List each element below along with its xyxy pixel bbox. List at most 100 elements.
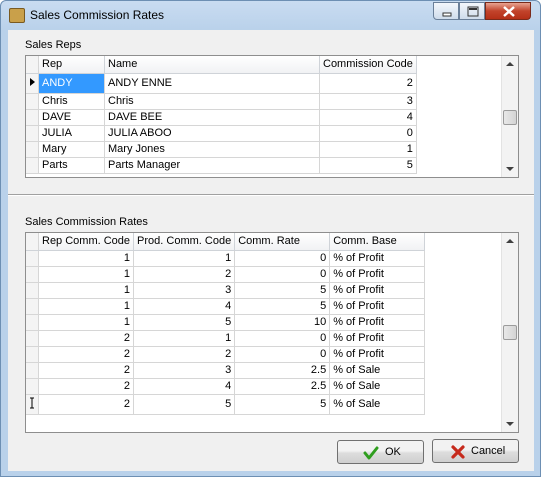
commission-rates-scrollbar[interactable] [501,233,518,432]
cell-comm-base[interactable]: % of Sale [329,362,426,379]
ok-button-label: OK [385,446,401,458]
cell-rep-comm-code[interactable]: 2 [38,378,135,395]
table-row[interactable]: Chris Chris 3 [26,93,417,110]
cell-rep-comm-code[interactable]: 2 [38,394,135,415]
cell-rep[interactable]: Mary [38,141,105,158]
column-header-comm-base[interactable]: Comm. Base [329,233,426,251]
cell-rep-comm-code[interactable]: 1 [38,314,135,331]
scroll-up-arrow-icon[interactable] [506,62,514,66]
scroll-down-arrow-icon[interactable] [506,422,514,426]
cell-rep-comm-code[interactable]: 1 [38,250,135,267]
cancel-button[interactable]: Cancel [432,439,519,463]
table-row[interactable]: 1 4 5 % of Profit [26,298,426,315]
cell-commission-code[interactable]: 2 [319,73,417,94]
cell-prod-comm-code[interactable]: 5 [133,314,236,331]
cell-commission-code[interactable]: 0 [319,125,417,142]
cell-rep[interactable]: DAVE [38,109,105,126]
table-row[interactable]: 2 2 0 % of Profit [26,346,426,363]
cell-comm-base[interactable]: % of Profit [329,266,426,283]
cell-comm-rate[interactable]: 5 [234,282,331,299]
cell-rep-comm-code[interactable]: 1 [38,298,135,315]
maximize-button[interactable] [459,2,485,20]
table-row[interactable]: DAVE DAVE BEE 4 [26,109,417,126]
cell-rep-comm-code[interactable]: 2 [38,362,135,379]
cell-prod-comm-code[interactable]: 1 [133,330,236,347]
cell-rep[interactable]: Chris [38,93,105,110]
cell-comm-rate[interactable]: 2.5 [234,378,331,395]
title-bar[interactable]: Sales Commission Rates [1,1,540,29]
cell-comm-base[interactable]: % of Profit [329,298,426,315]
ok-button[interactable]: OK [337,440,424,464]
table-row[interactable]: Parts Parts Manager 5 [26,157,417,174]
cell-comm-base[interactable]: % of Profit [329,314,426,331]
table-row[interactable]: 1 2 0 % of Profit [26,266,426,283]
row-indicator [26,298,39,315]
table-row[interactable]: 2 5 5 % of Sale [26,394,426,415]
cell-comm-base[interactable]: % of Profit [329,282,426,299]
cell-comm-rate[interactable]: 5 [234,298,331,315]
cell-comm-base[interactable]: % of Profit [329,330,426,347]
scroll-thumb[interactable] [503,110,517,125]
table-row[interactable]: JULIA JULIA ABOO 0 [26,125,417,142]
cell-rep[interactable]: ANDY [38,73,105,94]
cell-prod-comm-code[interactable]: 1 [133,250,236,267]
cell-comm-rate[interactable]: 0 [234,346,331,363]
column-header-name[interactable]: Name [104,56,320,74]
cell-rep[interactable]: JULIA [38,125,105,142]
cell-name[interactable]: ANDY ENNE [104,73,320,94]
cell-comm-rate[interactable]: 0 [234,250,331,267]
cell-prod-comm-code[interactable]: 2 [133,346,236,363]
scroll-down-arrow-icon[interactable] [506,167,514,171]
commission-rates-grid[interactable]: Rep Comm. Code Prod. Comm. Code Comm. Ra… [25,232,519,433]
cell-prod-comm-code[interactable]: 2 [133,266,236,283]
cell-prod-comm-code[interactable]: 4 [133,298,236,315]
cell-commission-code[interactable]: 3 [319,93,417,110]
cell-prod-comm-code[interactable]: 5 [133,394,236,415]
scroll-thumb[interactable] [503,325,517,340]
table-row[interactable]: Mary Mary Jones 1 [26,141,417,158]
table-row[interactable]: 1 3 5 % of Profit [26,282,426,299]
table-row[interactable]: ANDY ANDY ENNE 2 [26,73,417,94]
cell-rep-comm-code[interactable]: 1 [38,266,135,283]
cell-comm-rate[interactable]: 10 [234,314,331,331]
minimize-button[interactable] [433,2,459,20]
cell-comm-base[interactable]: % of Sale [329,378,426,395]
close-button[interactable] [485,2,531,20]
cell-rep-comm-code[interactable]: 1 [38,282,135,299]
cell-name[interactable]: Mary Jones [104,141,320,158]
column-header-commission-code[interactable]: Commission Code [319,56,417,74]
cell-comm-base[interactable]: % of Profit [329,346,426,363]
table-row[interactable]: 1 5 10 % of Profit [26,314,426,331]
cell-name[interactable]: Parts Manager [104,157,320,174]
scroll-up-arrow-icon[interactable] [506,239,514,243]
cell-prod-comm-code[interactable]: 3 [133,362,236,379]
table-row[interactable]: 2 4 2.5 % of Sale [26,378,426,395]
cell-comm-rate[interactable]: 5 [234,394,331,415]
cell-comm-rate[interactable]: 0 [234,266,331,283]
cell-rep[interactable]: Parts [38,157,105,174]
table-row[interactable]: 1 1 0 % of Profit [26,250,426,267]
cell-commission-code[interactable]: 4 [319,109,417,126]
cell-rep-comm-code[interactable]: 2 [38,346,135,363]
cell-name[interactable]: JULIA ABOO [104,125,320,142]
cell-commission-code[interactable]: 1 [319,141,417,158]
column-header-rep[interactable]: Rep [38,56,105,74]
cell-comm-base[interactable]: % of Profit [329,250,426,267]
sales-reps-scrollbar[interactable] [501,56,518,177]
cell-prod-comm-code[interactable]: 3 [133,282,236,299]
cell-prod-comm-code[interactable]: 4 [133,378,236,395]
cell-comm-rate[interactable]: 2.5 [234,362,331,379]
cell-commission-code[interactable]: 5 [319,157,417,174]
cell-comm-base[interactable]: % of Sale [329,394,426,415]
cell-name[interactable]: DAVE BEE [104,109,320,126]
column-header-rep-comm-code[interactable]: Rep Comm. Code [38,233,135,251]
cell-comm-rate[interactable]: 0 [234,330,331,347]
table-row[interactable]: 2 3 2.5 % of Sale [26,362,426,379]
cancel-button-label: Cancel [471,445,506,457]
cell-rep-comm-code[interactable]: 2 [38,330,135,347]
sales-reps-grid[interactable]: Rep Name Commission Code ANDY ANDY ENNE … [25,55,519,178]
cell-name[interactable]: Chris [104,93,320,110]
column-header-comm-rate[interactable]: Comm. Rate [234,233,331,251]
column-header-prod-comm-code[interactable]: Prod. Comm. Code [133,233,236,251]
table-row[interactable]: 2 1 0 % of Profit [26,330,426,347]
